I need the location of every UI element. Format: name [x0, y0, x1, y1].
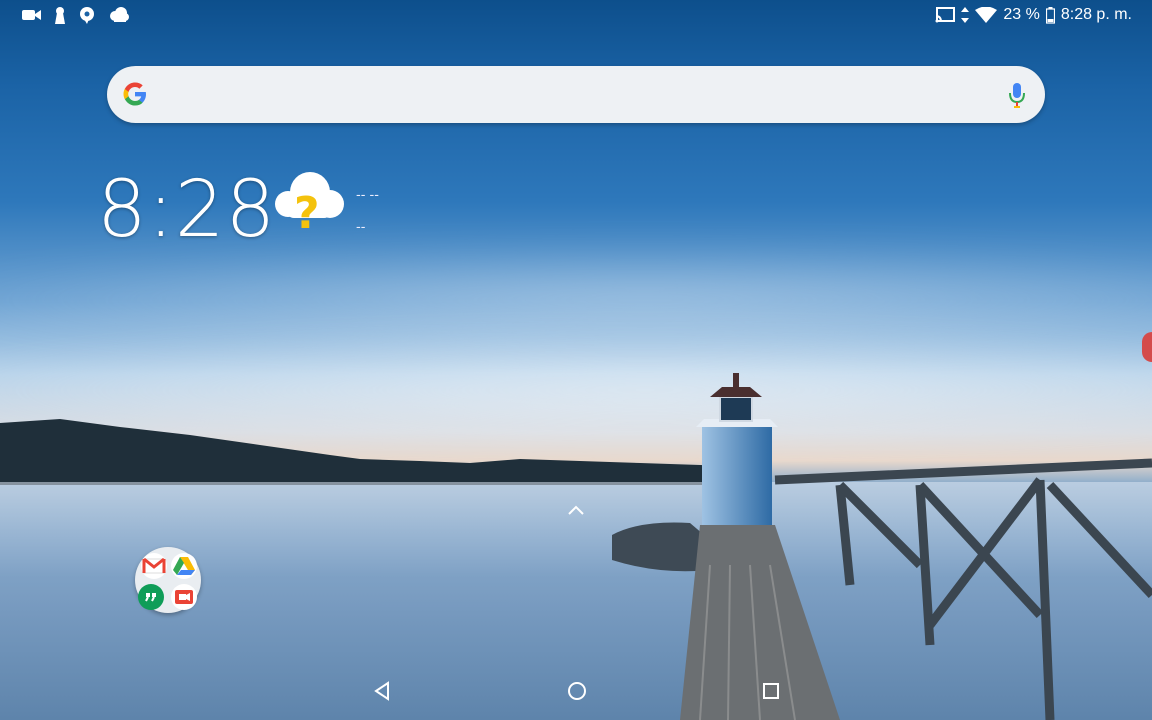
wifi-icon: [975, 7, 998, 23]
navigation-bar: [0, 670, 1152, 720]
back-triangle-icon[interactable]: [372, 680, 392, 706]
cast-icon: [935, 7, 956, 23]
google-search-bar[interactable]: [107, 66, 1045, 123]
gmail-icon: [141, 553, 167, 579]
app-folder[interactable]: [135, 547, 201, 613]
clock-widget-time[interactable]: 8:28: [97, 165, 276, 255]
lighthouse-pier: [612, 373, 1152, 720]
microphone-icon[interactable]: [1009, 81, 1025, 113]
weather-line-1: -- --: [356, 188, 379, 203]
recents-square-icon[interactable]: [761, 680, 781, 706]
hangouts-icon: [138, 584, 164, 610]
cloud-question-icon[interactable]: ?: [268, 166, 348, 246]
weather-text: -- -- --: [356, 180, 379, 244]
meet-icon: [171, 584, 197, 610]
side-handle[interactable]: [1142, 332, 1152, 362]
status-bar: 23 % 8:28 p. m.: [0, 0, 1152, 30]
battery-percent: 23 %: [1003, 6, 1040, 23]
weather-line-2: --: [356, 220, 366, 235]
battery-icon: [1045, 6, 1055, 24]
status-time: 8:28 p. m.: [1060, 6, 1132, 23]
home-circle-icon[interactable]: [566, 680, 588, 706]
google-g-icon: [121, 80, 149, 112]
data-arrows-icon: [961, 7, 970, 23]
chat-bubble-icon: [78, 6, 96, 24]
svg-text:?: ?: [294, 188, 320, 239]
chevron-up-icon[interactable]: [566, 502, 586, 521]
cloud-icon: [108, 7, 130, 23]
video-camera-icon: [22, 8, 42, 22]
drive-icon: [171, 553, 197, 579]
keyhole-icon: [54, 6, 66, 24]
